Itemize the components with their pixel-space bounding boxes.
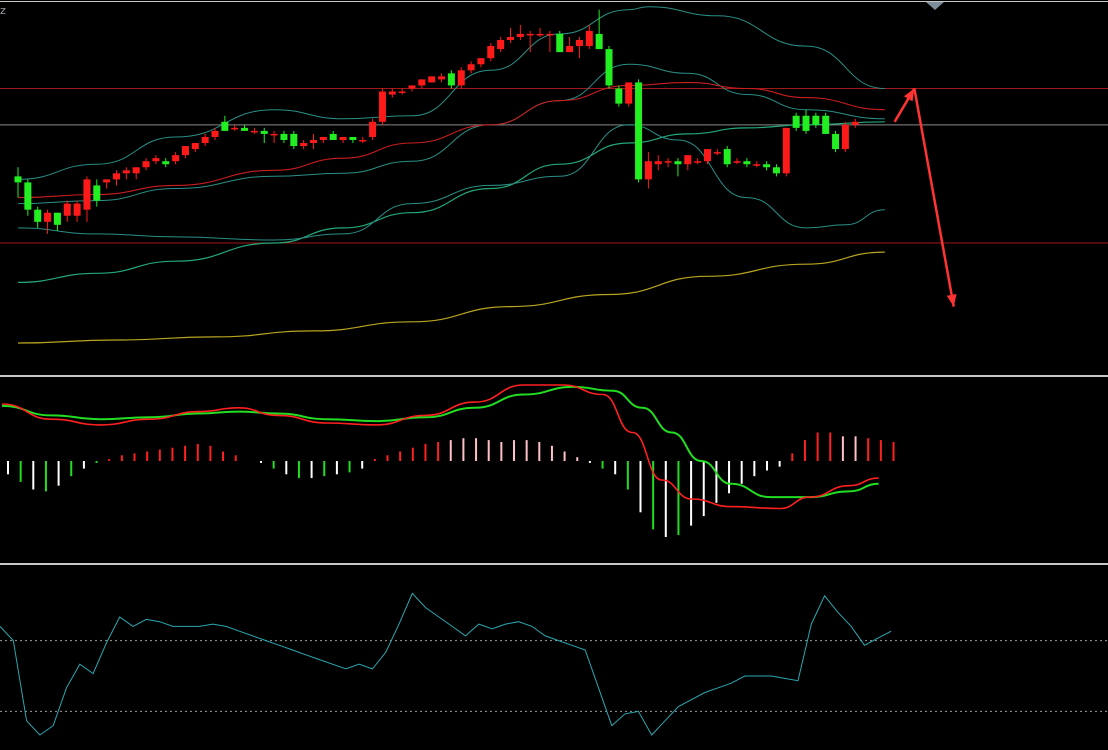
candle-bull xyxy=(851,121,859,125)
candle-bear xyxy=(772,167,780,174)
candle-bull xyxy=(841,124,849,150)
candle-bear xyxy=(241,127,249,131)
candle-bear xyxy=(723,149,731,165)
candle-bear xyxy=(349,136,357,140)
candle-bull xyxy=(73,203,81,216)
candle-bear xyxy=(812,115,820,125)
candle-bull xyxy=(733,161,741,163)
forecast-arrow xyxy=(913,88,955,307)
candle-bull xyxy=(300,143,308,147)
corner-label: z xyxy=(0,4,6,17)
ma-red-line xyxy=(17,81,885,199)
macd-dif-line xyxy=(1,384,879,510)
candle-bull xyxy=(654,161,662,165)
candle-bull xyxy=(782,127,790,174)
candle-bear xyxy=(93,185,101,201)
candle-bull xyxy=(585,30,593,47)
candle-bull xyxy=(250,130,258,133)
candle-bull xyxy=(339,136,347,140)
ma-teal-line xyxy=(17,121,885,283)
candle-bull xyxy=(378,91,386,122)
candle-bull xyxy=(566,46,574,53)
candle-bull xyxy=(477,58,485,65)
candle-bull xyxy=(103,179,111,183)
candle-bear xyxy=(635,82,643,180)
candle-bull xyxy=(211,130,219,137)
candle-bull xyxy=(684,155,692,165)
candle-bear xyxy=(832,133,840,150)
candle-bull xyxy=(536,33,544,36)
candle-bull xyxy=(694,161,702,163)
candle-bull xyxy=(418,79,426,86)
candle-bull xyxy=(359,139,367,142)
candle-bull xyxy=(625,82,633,104)
candle-bull xyxy=(507,36,514,40)
candle-bull xyxy=(172,155,180,162)
candle-bear xyxy=(221,121,229,131)
candle-bear xyxy=(743,161,751,165)
candle-bull xyxy=(181,146,189,156)
candle-bear xyxy=(329,133,337,140)
candle-bull xyxy=(664,161,672,163)
top-marker xyxy=(926,2,944,10)
ma-yellow-line xyxy=(17,251,885,344)
candle-bull xyxy=(487,46,495,59)
forecast-arrowhead xyxy=(946,293,957,307)
candle-bull xyxy=(546,33,554,36)
candle-bear xyxy=(822,115,830,134)
candle-bear xyxy=(605,49,613,86)
candle-bull xyxy=(83,179,91,210)
candle-bull xyxy=(467,64,475,71)
boll-upper-line xyxy=(17,6,885,180)
candle-bull xyxy=(113,173,120,180)
candle-bear xyxy=(162,161,170,165)
candle-bull xyxy=(122,170,130,174)
candle-bull xyxy=(319,136,327,140)
candle-bull xyxy=(388,91,396,95)
candle-bear xyxy=(595,33,603,50)
candle-bear xyxy=(556,33,564,53)
candle-bull xyxy=(704,149,711,162)
candle-bull xyxy=(753,164,761,166)
candle-bear xyxy=(802,115,810,131)
candle-bear xyxy=(615,88,623,104)
candle-bull xyxy=(270,133,278,136)
candle-bear xyxy=(290,133,298,147)
candle-bear xyxy=(260,130,268,134)
candle-bull xyxy=(575,40,583,47)
candle-bull xyxy=(201,136,209,144)
candle-bull xyxy=(428,76,436,83)
candle-bull xyxy=(369,121,377,137)
candle-bull xyxy=(191,143,199,150)
candle-bear xyxy=(447,73,455,86)
candle-bull xyxy=(398,91,406,94)
candle-bull xyxy=(408,85,416,89)
candle-bear xyxy=(34,209,42,222)
candle-bull xyxy=(526,33,534,36)
candle-bear xyxy=(280,133,288,140)
candle-bull xyxy=(713,152,721,154)
candle-bull xyxy=(44,212,52,222)
boll-lower-line xyxy=(17,124,885,241)
candle-bull xyxy=(497,40,505,50)
candle-bull xyxy=(438,76,446,80)
candle-bull xyxy=(152,158,160,162)
candle-bear xyxy=(14,176,22,183)
candle-bull xyxy=(231,127,239,130)
candle-bull xyxy=(132,167,140,174)
candle-bear xyxy=(792,115,800,128)
chart-canvas xyxy=(0,1,1108,736)
candle-bull xyxy=(310,139,317,144)
candle-bear xyxy=(674,161,682,165)
candle-bull xyxy=(142,161,150,168)
candle-bull xyxy=(644,161,652,180)
candle-bear xyxy=(763,164,771,168)
osc-line xyxy=(0,592,892,736)
candle-bear xyxy=(24,182,32,210)
macd-dea-line xyxy=(1,385,879,499)
candle-bull xyxy=(63,203,71,216)
candle-bull xyxy=(457,70,465,86)
candle-bull xyxy=(516,33,524,37)
candle-bear xyxy=(53,212,61,225)
